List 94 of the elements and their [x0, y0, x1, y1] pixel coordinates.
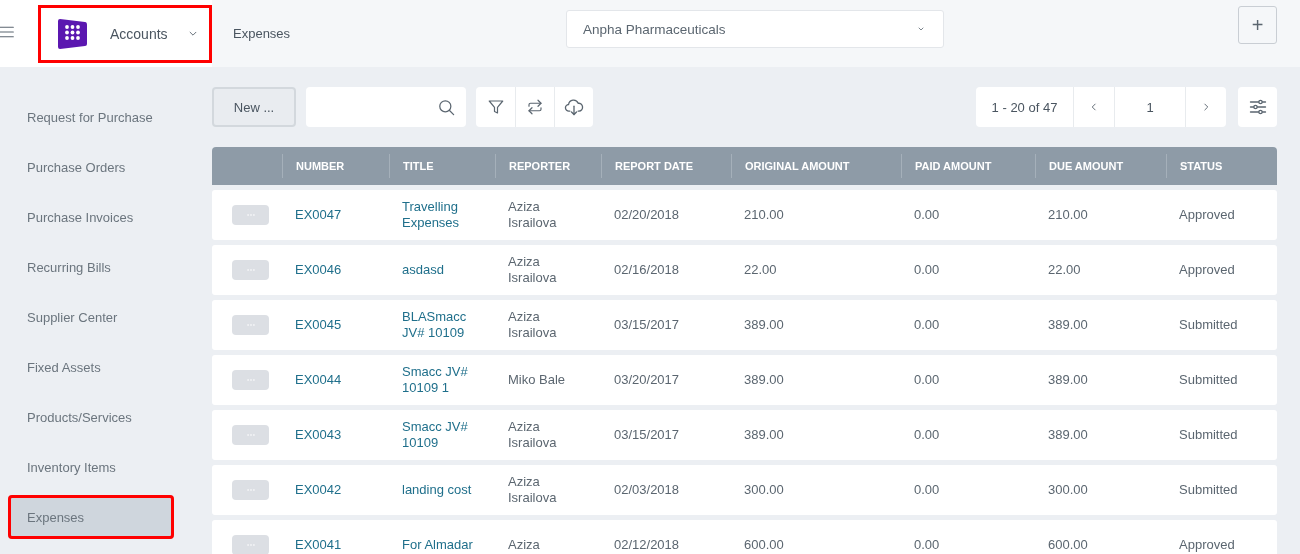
search-field[interactable] [306, 87, 466, 127]
sidebar-item[interactable]: Purchase Orders [8, 147, 186, 187]
page-title: Expenses [233, 26, 291, 41]
table-cell-text: Aziza Israilova [507, 419, 558, 451]
table-cell-text: Submitted [1178, 372, 1239, 388]
expense-title-link[interactable]: landing cost [389, 482, 495, 498]
table-cell-text: 22.00 [1047, 262, 1082, 278]
table-cell-text: 389.00 [1047, 372, 1089, 388]
table-cell-text: Submitted [1178, 427, 1239, 443]
expense-title-link[interactable]: BLASmacc JV# 10109 [389, 309, 495, 341]
sidebar-item[interactable]: Recurring Bills [8, 247, 186, 287]
table-cell-text: 02/03/2018 [613, 482, 681, 498]
row-actions-button[interactable] [232, 315, 269, 335]
row-actions-button[interactable] [232, 425, 269, 445]
table-cell-text: Aziza Israilova [507, 309, 558, 341]
table-cell-text: Approved [1178, 207, 1236, 223]
sidebar-item[interactable]: Supplier Center [8, 297, 186, 337]
company-select[interactable]: Anpha Pharmaceuticals [566, 10, 944, 48]
table-cell-text: Aziza Israilova [507, 199, 558, 231]
table-cell-text: 389.00 [743, 427, 785, 443]
expense-title-link[interactable]: Smacc JV# 10109 [389, 419, 495, 451]
table-cell-text: 03/15/2017 [613, 317, 681, 333]
table-cell-text: 02/16/2018 [613, 262, 681, 278]
table-cell-text: 03/15/2017 [613, 427, 681, 443]
table-row[interactable]: EX0044 Smacc JV# 10109 1 Miko Bale 03/20/2017 389.00 0.00 389.00 Submitted [212, 355, 1277, 405]
table-cell-text: Submitted [1178, 482, 1239, 498]
table-row[interactable]: EX0041 For Almadar Aziza 02/12/2018 600.00 0.00 600.00 Approved [212, 520, 1277, 554]
sidebar-item[interactable]: Expenses [8, 495, 174, 539]
table-cell-text: 300.00 [743, 482, 785, 498]
table-cell-text: 389.00 [1047, 427, 1089, 443]
page-range: 1 - 20 of 47 [990, 99, 1059, 115]
table-cell-text: 300.00 [1047, 482, 1089, 498]
sliders-icon [1247, 97, 1268, 117]
table-cell-text: 389.00 [743, 317, 785, 333]
table-row[interactable]: EX0043 Smacc JV# 10109 Aziza Israilova 03/15/2017 389.00 0.00 389.00 Submitted [212, 410, 1277, 460]
expense-number-link[interactable]: EX0043 [282, 427, 389, 443]
table-cell-text: Aziza [507, 537, 541, 553]
table-row[interactable]: EX0047 Travelling Expenses Aziza Israilova 02/20/2018 210.00 0.00 210.00 Approved [212, 190, 1277, 240]
search-icon [437, 97, 456, 117]
page-number-field[interactable]: 1 [1114, 87, 1185, 127]
sidebar-item[interactable]: Fixed Assets [8, 347, 186, 387]
expense-number-link[interactable]: EX0046 [282, 262, 389, 278]
swap-arrows-icon [526, 98, 544, 116]
table-cell-text: Submitted [1178, 317, 1239, 333]
table-row[interactable]: EX0046 asdasd Aziza Israilova 02/16/2018 22.00 0.00 22.00 Approved [212, 245, 1277, 295]
cloud-download-icon [564, 97, 584, 117]
table-cell-text: Aziza Israilova [507, 254, 558, 286]
table-cell-text: 02/12/2018 [613, 537, 681, 553]
table-row[interactable]: EX0042 landing cost Aziza Israilova 02/03/2018 300.00 0.00 300.00 Submitted [212, 465, 1277, 515]
table-cell-text: 600.00 [1047, 537, 1089, 553]
table-cell-text: 22.00 [743, 262, 778, 278]
table-cell-text: 03/20/2017 [613, 372, 681, 388]
row-actions-button[interactable] [232, 535, 269, 554]
column-settings-button[interactable] [1238, 87, 1277, 127]
table-cell-text: Aziza Israilova [507, 474, 558, 506]
app-logo-icon [57, 16, 88, 51]
expense-number-link[interactable]: EX0042 [282, 482, 389, 498]
row-actions-button[interactable] [232, 480, 269, 500]
expense-title-link[interactable]: Smacc JV# 10109 1 [389, 364, 495, 396]
expense-title-link[interactable]: For Almadar [389, 537, 495, 553]
table-cell-text: Approved [1178, 537, 1236, 553]
table-cell-text: 389.00 [1047, 317, 1089, 333]
table-cell-text: 0.00 [913, 482, 941, 498]
table-row[interactable]: EX0045 BLASmacc JV# 10109 Aziza Israilova 03/15/2017 389.00 0.00 389.00 Submitted [212, 300, 1277, 350]
expense-number-link[interactable]: EX0041 [282, 537, 389, 553]
table-cell-text: Approved [1178, 262, 1236, 278]
table-cell-text: 0.00 [913, 262, 941, 278]
sidebar-item[interactable]: Purchase Invoices [8, 197, 186, 237]
app-menu[interactable]: Accounts [38, 4, 212, 63]
add-button[interactable]: + [1238, 6, 1277, 44]
row-actions-button[interactable] [232, 370, 269, 390]
table-cell-text: 02/20/2018 [613, 207, 681, 223]
table-cell-text: 210.00 [743, 207, 785, 223]
table-cell-text: 0.00 [913, 427, 941, 443]
expense-title-link[interactable]: Travelling Expenses [389, 199, 495, 231]
row-actions-button[interactable] [232, 260, 269, 280]
sidebar-item[interactable]: Inventory Items [8, 447, 186, 487]
expense-number-link[interactable]: EX0047 [282, 207, 389, 223]
table-cell-text: 0.00 [913, 537, 941, 553]
table-cell-text: 389.00 [743, 372, 785, 388]
sidebar-item[interactable]: Products/Services [8, 397, 186, 437]
expense-number-link[interactable]: EX0045 [282, 317, 389, 333]
table-cell-text: 0.00 [913, 317, 941, 333]
funnel-icon [486, 98, 505, 116]
table-cell-text: 210.00 [1047, 207, 1089, 223]
table-cell-text: 0.00 [913, 207, 941, 223]
table-cell-text: 600.00 [743, 537, 785, 553]
expense-title-link[interactable]: asdasd [389, 262, 495, 278]
row-actions-button[interactable] [232, 205, 269, 225]
new-button[interactable]: New ... [212, 87, 296, 127]
table-cell-text: 0.00 [913, 372, 941, 388]
table-cell-text: Miko Bale [507, 372, 567, 388]
sidebar-item[interactable]: Request for Purchase [8, 97, 186, 137]
expense-number-link[interactable]: EX0044 [282, 372, 389, 388]
